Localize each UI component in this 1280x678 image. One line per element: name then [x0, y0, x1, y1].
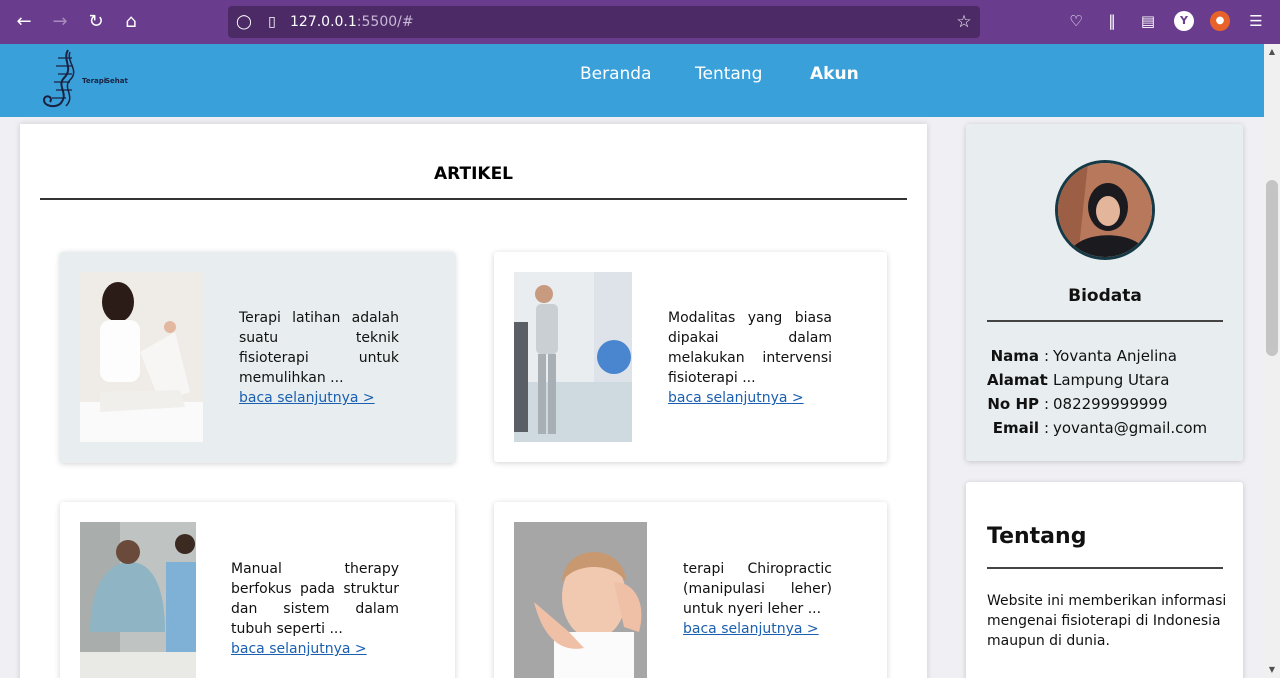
forward-icon[interactable]: → [48, 10, 72, 34]
home-icon[interactable]: ⌂ [119, 10, 143, 34]
library-icon[interactable]: ‖ [1102, 11, 1122, 31]
article-excerpt: Modalitas yang biasa dipakai dalam melak… [668, 310, 832, 408]
reload-icon[interactable]: ↻ [84, 10, 108, 34]
about-divider [987, 567, 1223, 569]
read-more-link[interactable]: baca selanjutnya > [239, 388, 399, 408]
logo-text-sehat: Sehat [105, 77, 128, 85]
nav-tentang[interactable]: Tentang [695, 64, 762, 84]
nav-akun[interactable]: Akun [810, 64, 859, 84]
biodata-value: Lampung Utara [1053, 371, 1170, 389]
bookmark-star-icon[interactable]: ☆ [954, 12, 974, 32]
biodata-title: Biodata [1068, 286, 1142, 306]
read-more-link[interactable]: baca selanjutnya > [668, 388, 832, 408]
biodata-value: 082299999999 [1053, 395, 1168, 413]
article-excerpt: Manual therapy berfokus pada struktur da… [231, 561, 399, 659]
read-more-link[interactable]: baca selanjutnya > [683, 619, 832, 639]
biodata-row: Alamat : Lampung Utara [987, 371, 1227, 393]
scroll-up-arrow-icon[interactable]: ▲ [1264, 44, 1280, 60]
article-image-chiropractic [514, 522, 647, 678]
back-icon[interactable]: ← [12, 10, 36, 34]
avatar [1055, 160, 1155, 260]
article-excerpt: terapi Chiropractic (manipulasi leher) u… [683, 561, 832, 639]
biodata-value: yovanta@gmail.com [1053, 419, 1208, 437]
biodata-key: No HP [987, 395, 1039, 413]
scroll-down-arrow-icon[interactable]: ▼ [1264, 662, 1280, 678]
biodata-row: Email : yovanta@gmail.com [987, 419, 1227, 441]
biodata-key: Nama [990, 347, 1039, 365]
biodata-row: Nama : Yovanta Anjelina [987, 347, 1227, 369]
biodata-separator: : [1044, 371, 1050, 389]
heading-divider [40, 198, 907, 200]
article-image-manual-therapy [80, 522, 196, 678]
biodata-key: Email [992, 419, 1039, 437]
url-text: 127.0.0.1:5500/# [290, 14, 414, 30]
read-more-link[interactable]: baca selanjutnya > [231, 639, 399, 659]
account-icon[interactable]: Y [1174, 11, 1194, 31]
article-excerpt: Terapi latihan adalah suatu teknik fisio… [239, 310, 399, 408]
browser-toolbar: ← → ↻ ⌂ ◯ ▯ 127.0.0.1:5500/# ☆ ♡ ‖ ▤ Y ●… [0, 0, 1280, 44]
biodata-key: Alamat [987, 371, 1047, 389]
nav-beranda[interactable]: Beranda [580, 64, 652, 84]
about-text: Website ini memberikan informasi mengena… [987, 593, 1227, 649]
about-title: Tentang [987, 524, 1087, 549]
articles-heading: ARTIKEL [433, 164, 514, 184]
logo-text-terapi: Terapi [82, 77, 107, 85]
biodata-value: Yovanta Anjelina [1053, 347, 1177, 365]
reader-view-icon[interactable]: ▤ [1138, 11, 1158, 31]
biodata-separator: : [1044, 419, 1050, 437]
pocket-icon[interactable]: ♡ [1066, 11, 1086, 31]
biodata-separator: : [1044, 347, 1050, 365]
menu-icon[interactable]: ☰ [1246, 11, 1266, 31]
site-logo[interactable]: Terapi Sehat [40, 46, 130, 112]
article-image-exercise [80, 272, 203, 442]
page-scrollbar[interactable] [1264, 44, 1280, 678]
biodata-row: No HP : 082299999999 [987, 395, 1227, 417]
address-bar[interactable]: ◯ ▯ 127.0.0.1:5500/# ☆ [228, 6, 980, 38]
shield-icon[interactable]: ◯ [234, 12, 254, 32]
extension-icon[interactable]: ● [1210, 11, 1230, 31]
article-image-modalities [514, 272, 632, 442]
page-icon: ▯ [268, 14, 276, 30]
biodata-separator: : [1044, 395, 1050, 413]
scrollbar-thumb[interactable] [1266, 180, 1278, 356]
biodata-divider [987, 320, 1223, 322]
